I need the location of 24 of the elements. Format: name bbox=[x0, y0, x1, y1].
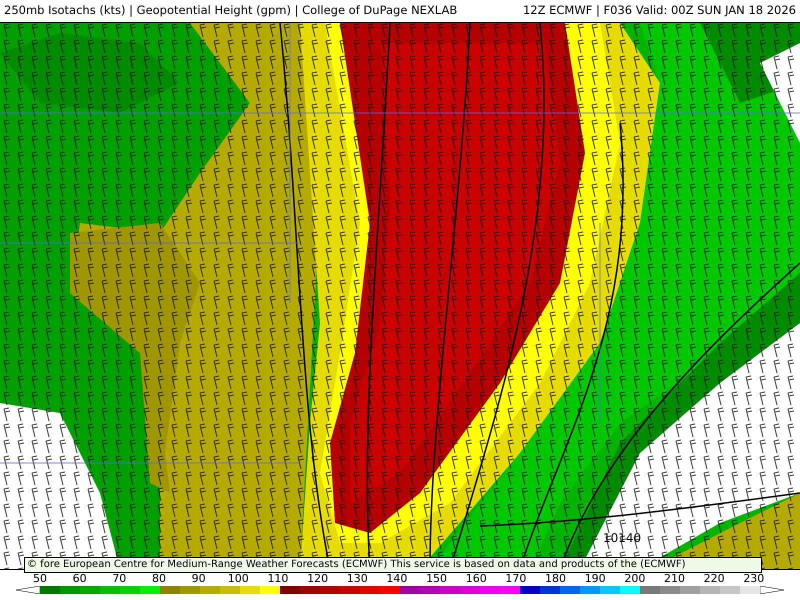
legend-label: 180 bbox=[544, 572, 568, 585]
legend-label: 80 bbox=[150, 572, 167, 585]
legend-arrow-icon bbox=[16, 586, 40, 594]
legend-label: 150 bbox=[425, 572, 448, 585]
legend-label: 200 bbox=[623, 572, 646, 585]
legend-label: 220 bbox=[702, 572, 726, 585]
legend-label: 70 bbox=[111, 572, 128, 585]
legend-label: 100 bbox=[226, 572, 250, 585]
legend-label: 90 bbox=[190, 572, 207, 585]
legend-label: 210 bbox=[663, 572, 686, 585]
legend-label: 230 bbox=[742, 572, 766, 585]
legend-label: 130 bbox=[346, 572, 369, 585]
credit-banner: © fore European Centre for Medium-Range Weather Forecasts (ECMWF) This service is based on data and products of the (ECMWF) bbox=[24, 557, 762, 573]
legend-label: 60 bbox=[72, 572, 88, 585]
legend-arrow-icon bbox=[760, 586, 784, 594]
legend-label: 110 bbox=[266, 572, 290, 585]
model-run-label: 12Z ECMWF | F036 Valid: 00Z SUN JAN 18 2026 bbox=[522, 2, 796, 20]
chart-title: 250mb Isotachs (kts) | Geopotential Height (gpm) | College of DuPage NEXLAB bbox=[4, 2, 458, 20]
legend-label: 170 bbox=[504, 572, 528, 585]
legend-label: 140 bbox=[385, 572, 408, 585]
legend-label: 190 bbox=[584, 572, 607, 585]
legend-label: 50 bbox=[32, 572, 48, 585]
legend-label: 160 bbox=[464, 572, 488, 585]
legend-label: 120 bbox=[306, 572, 330, 585]
